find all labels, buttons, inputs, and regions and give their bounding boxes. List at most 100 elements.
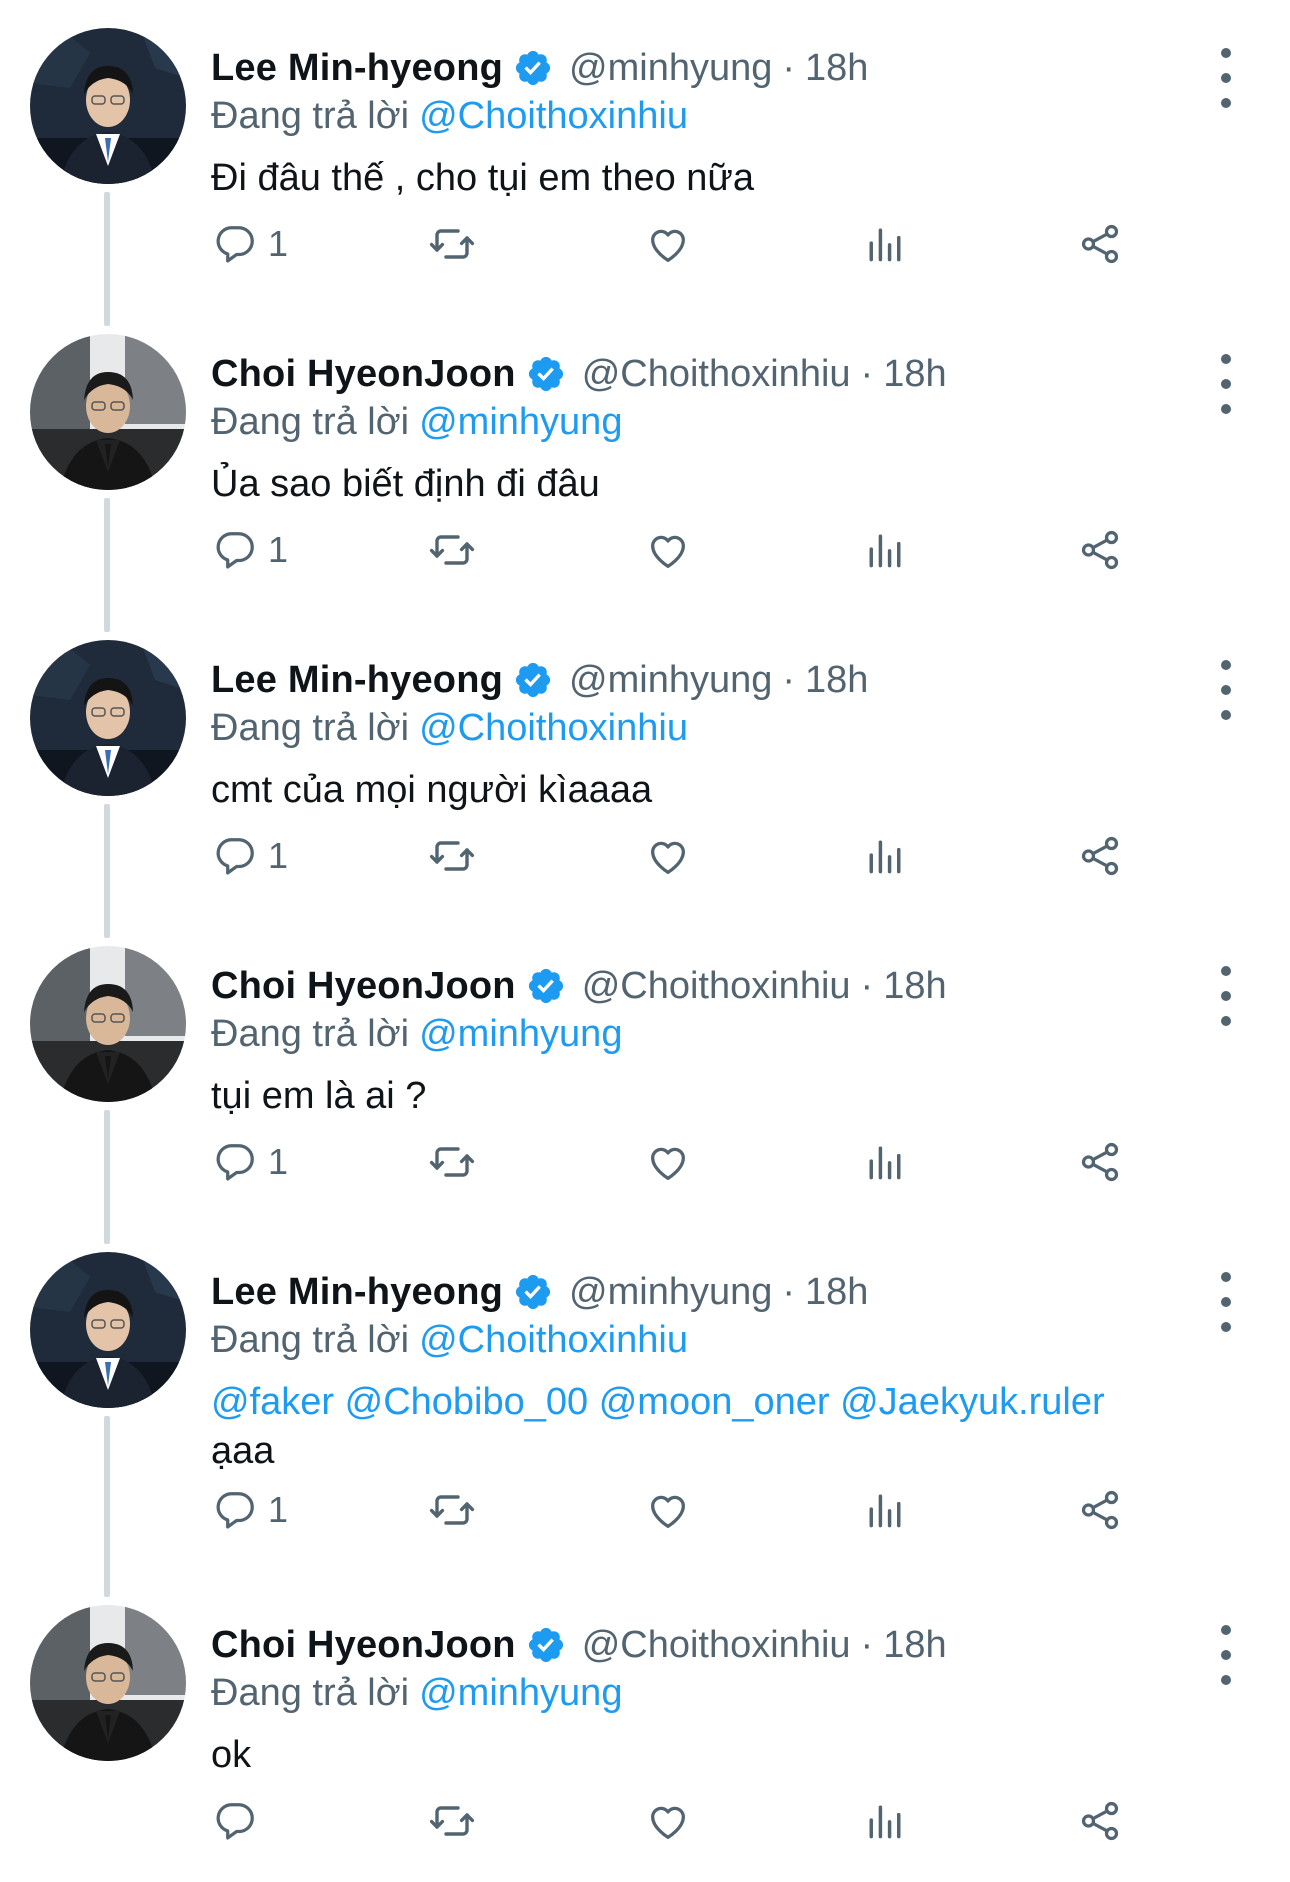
tweet-actions: 1 [0, 214, 1290, 274]
views-chart-icon [869, 534, 901, 568]
share-icon [1081, 836, 1119, 876]
timestamp[interactable]: 18h [805, 652, 868, 708]
verified-badge-icon [515, 662, 551, 698]
more-vertical-icon[interactable] [1213, 1625, 1239, 1685]
views-button[interactable] [863, 1132, 907, 1192]
avatar[interactable] [30, 1605, 186, 1761]
tweet-text-line: ạaa [211, 1430, 275, 1472]
more-vertical-icon[interactable] [1213, 966, 1239, 1026]
like-button[interactable] [645, 1480, 691, 1540]
reply-icon [216, 532, 254, 569]
views-button[interactable] [863, 1791, 907, 1851]
reply-button[interactable]: 1 [212, 520, 288, 580]
separator-dot: · [860, 965, 874, 1007]
replying-to-handle[interactable]: @minhyung [419, 1013, 622, 1055]
heart-icon [651, 1806, 685, 1839]
replying-to-label: Đang trả lời [211, 1319, 410, 1361]
reply-icon [216, 1492, 254, 1529]
reply-button[interactable]: 1 [212, 214, 288, 274]
tweet-actions: 1 [0, 1480, 1290, 1540]
views-button[interactable] [863, 1480, 907, 1540]
share-button[interactable] [1077, 1480, 1123, 1540]
more-vertical-icon[interactable] [1213, 354, 1239, 414]
avatar[interactable] [30, 1252, 186, 1408]
replying-to: Đang trả lời @minhyung [211, 1006, 622, 1062]
views-chart-icon [869, 1494, 901, 1528]
tweet-text: Đi đâu thế , cho tụi em theo nữa [211, 154, 754, 203]
views-button[interactable] [863, 520, 907, 580]
reply-button[interactable]: 1 [212, 1132, 288, 1192]
timestamp[interactable]: 18h [805, 1264, 868, 1320]
replying-to-label: Đang trả lời [211, 707, 410, 749]
replying-to: Đang trả lời @minhyung [211, 1665, 622, 1721]
more-vertical-icon[interactable] [1213, 660, 1239, 720]
tweet-actions: 1 [0, 1132, 1290, 1192]
like-button[interactable] [645, 214, 691, 274]
share-button[interactable] [1077, 214, 1123, 274]
replying-to-handle[interactable]: @Choithoxinhiu [419, 707, 688, 749]
replying-to-handle[interactable]: @minhyung [419, 1672, 622, 1714]
timestamp[interactable]: 18h [883, 1617, 946, 1673]
replying-to: Đang trả lời @Choithoxinhiu [211, 88, 688, 144]
replying-to-handle[interactable]: @Choithoxinhiu [419, 95, 688, 137]
more-vertical-icon[interactable] [1213, 1272, 1239, 1332]
mention-link[interactable]: @Chobibo_00 [345, 1381, 589, 1423]
mention-link[interactable]: @moon_oner [599, 1381, 830, 1423]
replying-to-handle[interactable]: @Choithoxinhiu [419, 1319, 688, 1361]
retweet-button[interactable] [428, 520, 476, 580]
separator-dot: · [782, 659, 796, 701]
views-chart-icon [869, 228, 901, 262]
like-button[interactable] [645, 826, 691, 886]
avatar[interactable] [30, 334, 186, 490]
retweet-button[interactable] [428, 1480, 476, 1540]
replying-to-label: Đang trả lời [211, 95, 410, 137]
tweet-text-line: tụi em là ai ? [211, 1075, 427, 1117]
avatar[interactable] [30, 640, 186, 796]
share-button[interactable] [1077, 826, 1123, 886]
views-button[interactable] [863, 214, 907, 274]
retweet-button[interactable] [428, 1791, 476, 1851]
like-button[interactable] [645, 520, 691, 580]
mention-link[interactable]: @Jaekyuk.ruler [840, 1381, 1105, 1423]
reply-button[interactable]: 1 [212, 1480, 288, 1540]
tweet-text: @faker @Chobibo_00 @moon_oner @Jaekyuk.r… [211, 1378, 1105, 1476]
retweet-icon [429, 229, 475, 259]
replying-to: Đang trả lời @minhyung [211, 394, 622, 450]
retweet-button[interactable] [428, 1132, 476, 1192]
views-chart-icon [869, 1805, 901, 1839]
avatar[interactable] [30, 28, 186, 184]
like-button[interactable] [645, 1791, 691, 1851]
reply-button[interactable]: 1 [212, 826, 288, 886]
tweet-actions: 1 [0, 520, 1290, 580]
share-icon [1081, 224, 1119, 264]
replying-to-handle[interactable]: @minhyung [419, 401, 622, 443]
verified-badge-icon [515, 1274, 551, 1310]
timestamp[interactable]: 18h [805, 40, 868, 96]
share-icon [1081, 1801, 1119, 1841]
replying-to: Đang trả lời @Choithoxinhiu [211, 1312, 688, 1368]
tweet-text-line: Ủa sao biết định đi đâu [211, 463, 600, 505]
separator-dot: · [782, 1271, 796, 1313]
tweet-actions [0, 1791, 1290, 1851]
share-button[interactable] [1077, 520, 1123, 580]
retweet-button[interactable] [428, 826, 476, 886]
share-button[interactable] [1077, 1132, 1123, 1192]
verified-badge-icon [528, 356, 563, 392]
retweet-icon [429, 1147, 475, 1177]
heart-icon [651, 535, 685, 568]
more-vertical-icon[interactable] [1213, 48, 1239, 108]
like-button[interactable] [645, 1132, 691, 1192]
timestamp[interactable]: 18h [883, 346, 946, 402]
retweet-button[interactable] [428, 214, 476, 274]
share-button[interactable] [1077, 1791, 1123, 1851]
reply-count: 1 [268, 1489, 289, 1530]
replying-to-label: Đang trả lời [211, 401, 410, 443]
avatar[interactable] [30, 946, 186, 1102]
verified-badge-icon [515, 50, 551, 86]
reply-button[interactable] [212, 1791, 268, 1851]
separator-dot: · [860, 1624, 874, 1666]
views-button[interactable] [863, 826, 907, 886]
mention-link[interactable]: @faker [211, 1381, 334, 1423]
timestamp[interactable]: 18h [883, 958, 946, 1014]
reply-icon [216, 1803, 254, 1840]
